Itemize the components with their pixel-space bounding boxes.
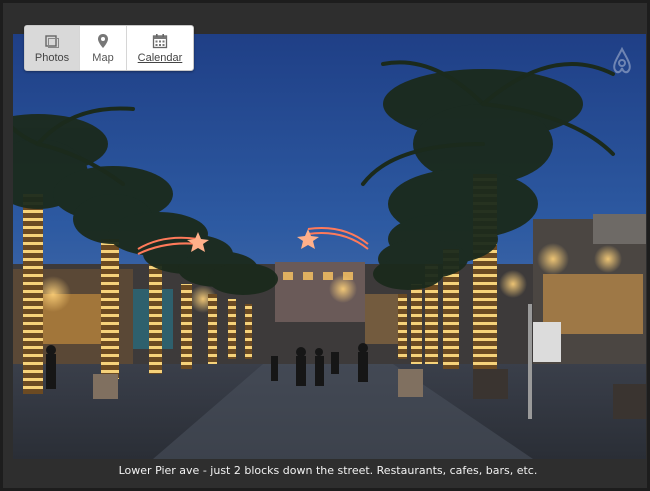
tab-photos[interactable]: Photos (25, 26, 80, 70)
tab-map-label: Map (92, 51, 114, 64)
listing-photo[interactable] (13, 34, 646, 459)
tab-calendar[interactable]: Calendar (127, 26, 193, 70)
view-tabs: Photos Map Calendar (24, 25, 194, 71)
tab-calendar-label: Calendar (137, 51, 183, 64)
tab-map[interactable]: Map (80, 26, 127, 70)
map-pin-icon (98, 33, 108, 48)
photo-caption: Lower Pier ave - just 2 blocks down the … (118, 464, 538, 477)
watermark-logo-icon (613, 47, 631, 74)
photos-icon (45, 34, 59, 48)
photo-viewer-frame: Photos Map Calendar Lower Pier ave - jus… (0, 0, 650, 491)
calendar-icon (152, 33, 168, 48)
tab-photos-label: Photos (34, 51, 70, 64)
